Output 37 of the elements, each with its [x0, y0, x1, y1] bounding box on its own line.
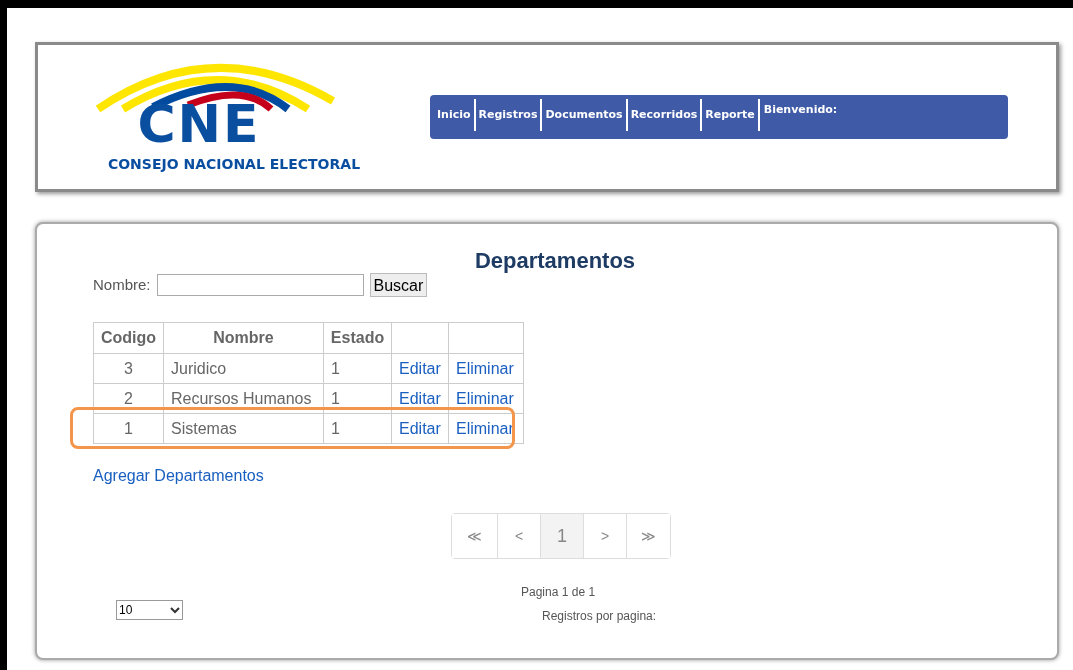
page-info: Pagina 1 de 1 — [521, 584, 596, 601]
add-department-link[interactable]: Agregar Departamentos — [93, 464, 264, 488]
search-label: Nombre: — [93, 274, 151, 295]
chevron-icon — [170, 606, 180, 614]
search-button[interactable]: Buscar — [369, 273, 428, 297]
table-cell-text: Juridico — [171, 358, 227, 379]
edit-link[interactable]: Editar — [399, 386, 441, 411]
column-header: Estado — [330, 328, 385, 348]
column-header: Nombre — [213, 328, 274, 348]
table-cell-text: 1 — [331, 388, 340, 409]
delete-link[interactable]: Eliminar — [456, 416, 514, 441]
table-cell-text: 1 — [331, 358, 340, 379]
page-button[interactable]: ≪ — [452, 514, 498, 558]
table-cell-text: 1 — [124, 418, 133, 439]
delete-link[interactable]: Eliminar — [456, 356, 514, 381]
table-cell-text: Recursos Humanos — [171, 388, 312, 409]
nav-link[interactable]: Recorridos — [627, 99, 703, 131]
edit-link[interactable]: Editar — [399, 416, 441, 441]
table-cell-text: 1 — [331, 418, 340, 439]
page-title: Departamentos — [474, 247, 636, 275]
nav-link[interactable]: Registros — [475, 99, 543, 131]
nav-link[interactable]: Documentos — [542, 99, 628, 131]
column-header: Codigo — [100, 328, 157, 348]
logo-mark: CNE — [137, 98, 261, 150]
table-cell-text: Sistemas — [171, 418, 237, 439]
logo-tagline: CONSEJO NACIONAL ELECTORAL — [107, 155, 361, 174]
nav-link[interactable]: Inicio — [434, 99, 476, 131]
table-cell-text: 2 — [124, 388, 133, 409]
nav-link[interactable]: Reporte — [702, 99, 760, 131]
search-field[interactable] — [156, 274, 364, 296]
page-button[interactable]: 1 — [541, 514, 584, 558]
table-cell-text: 3 — [124, 358, 133, 379]
greeting-text: Bienvenido: — [762, 102, 839, 118]
page-size-select[interactable]: 10 — [116, 600, 183, 620]
page-size-label: Registros por pagina: — [542, 608, 657, 625]
edit-link[interactable]: Editar — [399, 356, 441, 381]
delete-link[interactable]: Eliminar — [456, 386, 514, 411]
